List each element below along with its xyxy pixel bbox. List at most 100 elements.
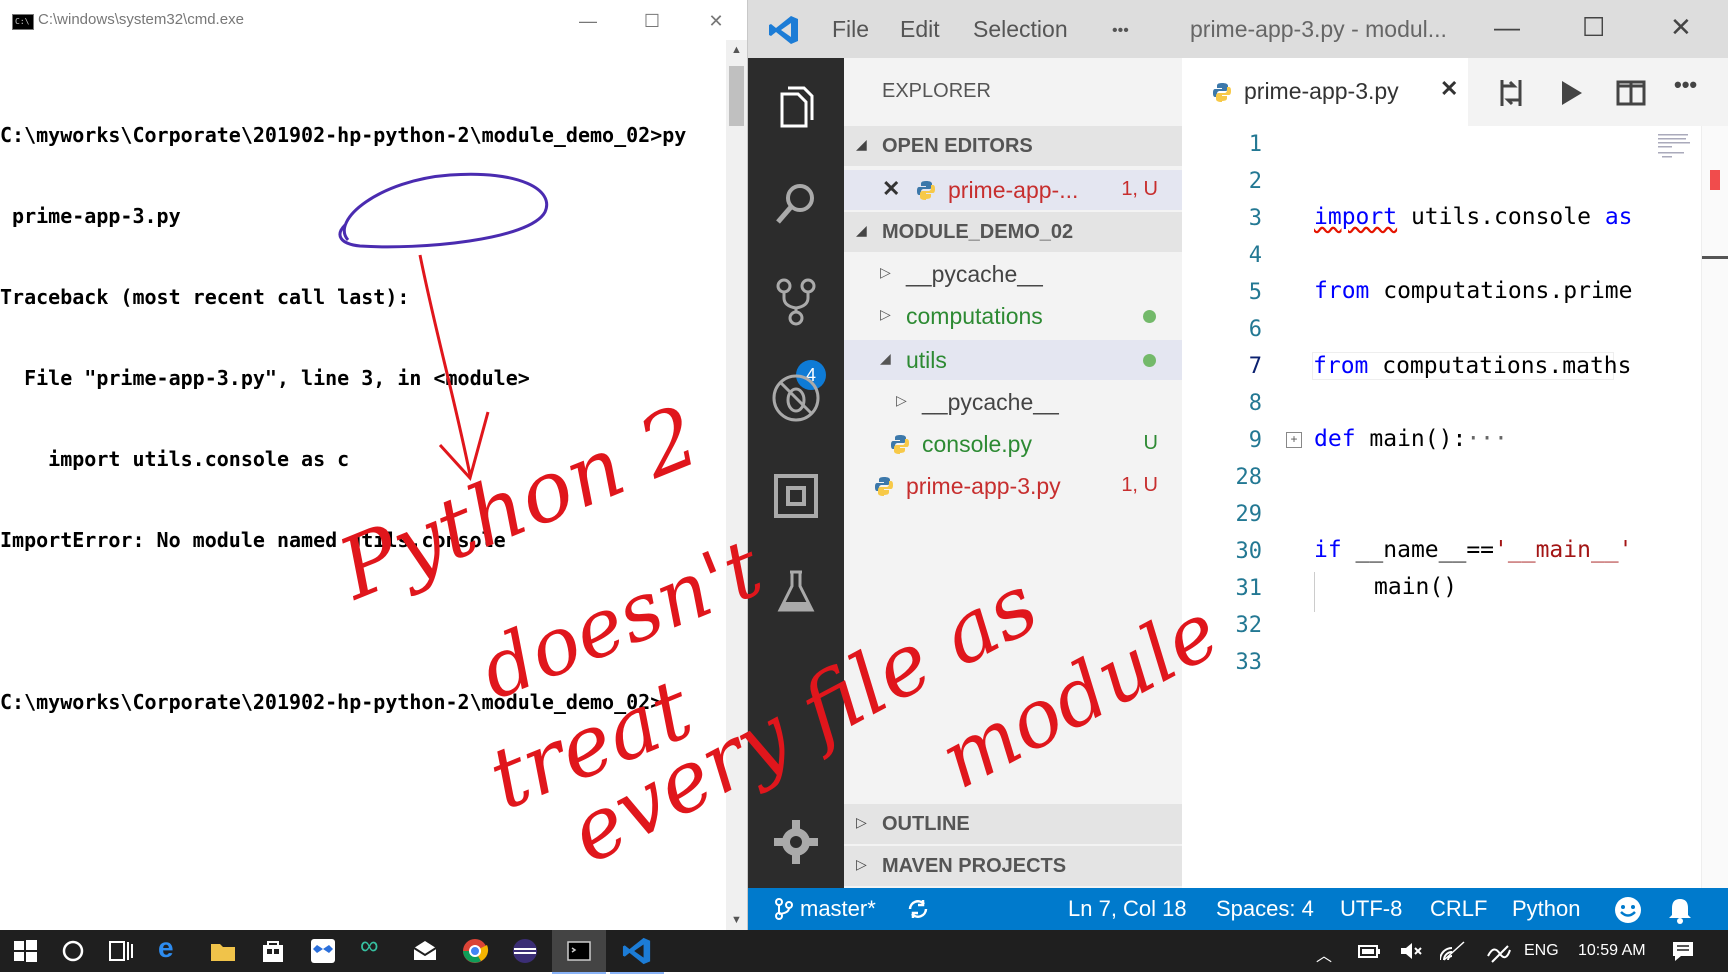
settings-gear-icon[interactable] bbox=[770, 816, 822, 868]
volume-muted-icon[interactable] bbox=[1396, 936, 1426, 966]
maximize-button[interactable]: ☐ bbox=[1582, 12, 1605, 43]
menu-edit[interactable]: Edit bbox=[900, 16, 940, 43]
branch-name[interactable]: master* bbox=[800, 896, 876, 922]
tab-close-icon[interactable]: ✕ bbox=[1440, 76, 1458, 102]
tree-item-utils[interactable]: ◢ utils bbox=[844, 340, 1182, 380]
task-view-icon[interactable] bbox=[106, 936, 136, 966]
eclipse-icon[interactable] bbox=[510, 936, 540, 966]
section-open-editors[interactable]: ◢ OPEN EDITORS bbox=[844, 126, 1182, 166]
tree-item-utils-pycache[interactable]: ▷ __pycache__ bbox=[844, 382, 1182, 422]
console-line: File "prime-app-3.py", line 3, in <modul… bbox=[0, 366, 530, 390]
minimize-button[interactable]: — bbox=[566, 6, 610, 36]
chevron-right-icon: ▷ bbox=[856, 856, 867, 872]
clock-time[interactable]: 10:59 AM bbox=[1578, 942, 1646, 960]
close-button[interactable]: ✕ bbox=[1670, 12, 1692, 43]
tree-item-console-py[interactable]: console.py U bbox=[844, 424, 1182, 464]
vscode-titlebar[interactable]: File Edit Selection ••• prime-app-3.py -… bbox=[748, 0, 1728, 58]
scroll-up-icon[interactable]: ▲ bbox=[726, 44, 747, 56]
run-icon[interactable] bbox=[1554, 76, 1588, 110]
store-icon[interactable] bbox=[258, 936, 288, 966]
language-mode[interactable]: Python bbox=[1512, 896, 1581, 922]
indentation[interactable]: Spaces: 4 bbox=[1216, 896, 1314, 922]
scroll-down-icon[interactable]: ▼ bbox=[726, 914, 747, 926]
feedback-smiley-icon[interactable] bbox=[1614, 896, 1642, 924]
chevron-down-icon: ◢ bbox=[856, 136, 867, 152]
minimize-button[interactable]: — bbox=[1494, 12, 1520, 43]
pen-workspace-icon[interactable] bbox=[1484, 936, 1514, 966]
notification-bell-icon[interactable] bbox=[1666, 896, 1694, 924]
section-label: MODULE_DEMO_02 bbox=[882, 221, 1074, 243]
explorer-icon[interactable] bbox=[770, 80, 822, 132]
scroll-thumb[interactable] bbox=[729, 66, 744, 126]
edge-browser-icon[interactable]: e bbox=[158, 932, 188, 963]
line-ending[interactable]: CRLF bbox=[1430, 896, 1487, 922]
menu-selection[interactable]: Selection bbox=[973, 16, 1068, 43]
tab-prime-app-3[interactable]: prime-app-3.py ✕ bbox=[1182, 58, 1468, 126]
debug-icon[interactable] bbox=[770, 372, 822, 424]
python-file-icon bbox=[891, 435, 909, 454]
folded-ellipsis[interactable]: ··· bbox=[1466, 426, 1508, 452]
tree-item-pycache[interactable]: ▷ __pycache__ bbox=[844, 254, 1182, 294]
test-flask-icon[interactable] bbox=[770, 566, 822, 618]
input-language[interactable]: ENG bbox=[1524, 942, 1559, 960]
fold-expand-icon[interactable]: + bbox=[1286, 432, 1302, 448]
cmd-window[interactable]: C:\ C:\windows\system32\cmd.exe — ☐ ✕ C:… bbox=[0, 0, 748, 930]
console-line: C:\myworks\Corporate\201902-hp-python-2\… bbox=[0, 690, 663, 714]
encoding[interactable]: UTF-8 bbox=[1340, 896, 1402, 922]
tree-item-computations[interactable]: ▷ computations bbox=[844, 296, 1182, 336]
line-number: 32 bbox=[1235, 613, 1263, 638]
cursor-position[interactable]: Ln 7, Col 18 bbox=[1068, 896, 1187, 922]
chevron-right-icon: ▷ bbox=[896, 392, 907, 408]
console-output[interactable]: C:\myworks\Corporate\201902-hp-python-2\… bbox=[0, 68, 720, 770]
code-token: '__main__' bbox=[1494, 537, 1633, 563]
more-actions-icon[interactable]: ••• bbox=[1674, 72, 1697, 98]
git-branch-icon bbox=[775, 898, 793, 920]
tree-item-prime-app[interactable]: prime-app-3.py 1, U bbox=[844, 466, 1182, 506]
show-hidden-icons-icon[interactable]: ︿ bbox=[1316, 942, 1332, 966]
open-editor-item[interactable]: ✕ prime-app-... 1, U bbox=[844, 170, 1182, 210]
chrome-icon[interactable] bbox=[460, 936, 490, 966]
split-editor-icon[interactable] bbox=[1614, 76, 1648, 110]
line-number: 5 bbox=[1248, 280, 1262, 305]
close-button[interactable]: ✕ bbox=[694, 6, 738, 36]
tree-item-label: prime-app-3.py bbox=[906, 473, 1061, 499]
search-icon[interactable] bbox=[770, 178, 822, 230]
dropbox-icon[interactable] bbox=[308, 936, 338, 966]
vscode-window[interactable]: File Edit Selection ••• prime-app-3.py -… bbox=[748, 0, 1728, 930]
battery-icon[interactable] bbox=[1354, 936, 1384, 966]
mail-icon[interactable] bbox=[410, 936, 440, 966]
code-token: utils.console bbox=[1397, 204, 1605, 230]
source-control-icon[interactable] bbox=[770, 276, 822, 328]
taskbar-vscode[interactable] bbox=[610, 930, 664, 974]
explorer-title: EXPLORER bbox=[882, 80, 991, 102]
windows-start-icon[interactable] bbox=[10, 936, 40, 966]
menu-file[interactable]: File bbox=[832, 16, 869, 43]
maximize-button[interactable]: ☐ bbox=[630, 6, 674, 36]
sync-icon[interactable] bbox=[906, 898, 930, 920]
action-center-icon[interactable] bbox=[1668, 936, 1698, 966]
cortana-search-icon[interactable] bbox=[58, 936, 88, 966]
cmd-titlebar[interactable]: C:\ C:\windows\system32\cmd.exe — ☐ ✕ bbox=[0, 0, 747, 40]
editor-scrollbar[interactable] bbox=[1701, 126, 1728, 888]
error-marker bbox=[1710, 170, 1720, 190]
cmd-scrollbar[interactable]: ▲ ▼ bbox=[726, 40, 747, 930]
code-editor[interactable]: 1 2 3 4 5 6 7 8 9 28 29 30 31 32 33 impo… bbox=[1182, 126, 1728, 888]
section-maven[interactable]: ▷ MAVEN PROJECTS bbox=[844, 846, 1182, 886]
tree-item-label: console.py bbox=[922, 431, 1032, 457]
network-icon[interactable] bbox=[1440, 936, 1470, 966]
taskbar-cmd-active[interactable] bbox=[552, 930, 606, 974]
open-changes-icon[interactable] bbox=[1494, 76, 1528, 110]
file-explorer-icon[interactable] bbox=[208, 936, 238, 966]
python-file-icon bbox=[875, 477, 893, 496]
line-number: 28 bbox=[1235, 465, 1263, 490]
section-outline[interactable]: ▷ OUTLINE bbox=[844, 804, 1182, 844]
extensions-icon[interactable] bbox=[770, 470, 822, 522]
arduino-icon[interactable]: ∞ bbox=[360, 930, 390, 960]
section-project[interactable]: ◢ MODULE_DEMO_02 bbox=[844, 212, 1182, 252]
minimap[interactable] bbox=[1658, 132, 1698, 172]
close-icon[interactable]: ✕ bbox=[882, 176, 900, 202]
menu-more[interactable]: ••• bbox=[1112, 22, 1129, 40]
cmd-title: C:\windows\system32\cmd.exe bbox=[38, 11, 244, 28]
console-line: ImportError: No module named utils.conso… bbox=[0, 528, 506, 552]
